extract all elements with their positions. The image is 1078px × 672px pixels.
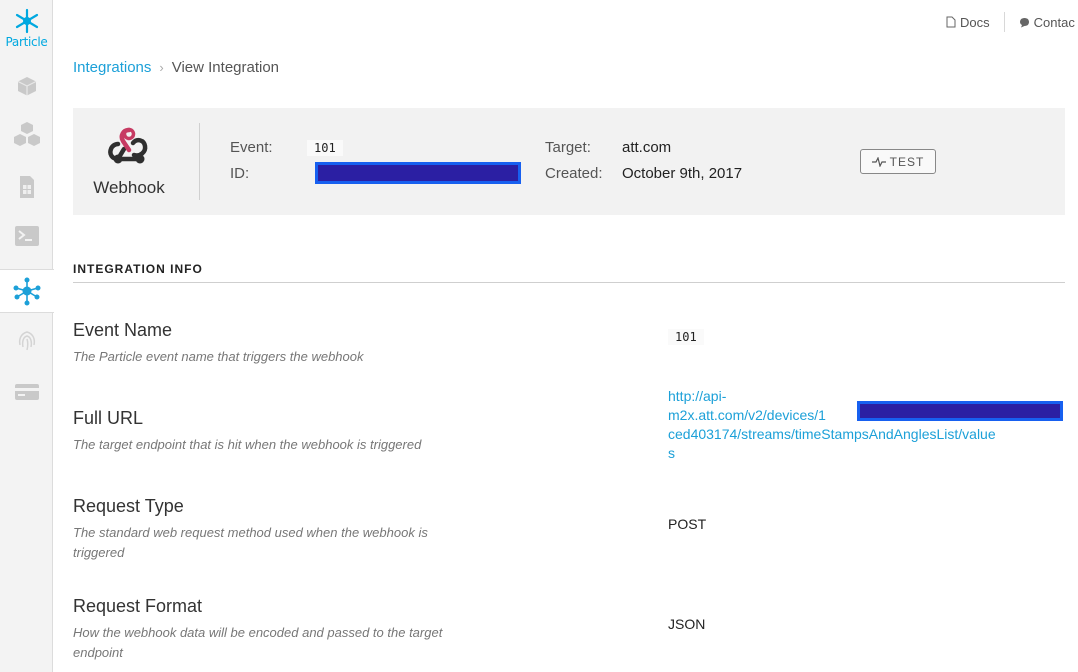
event-name-description: The Particle event name that triggers th… <box>73 349 364 364</box>
pulse-icon <box>871 156 886 167</box>
card-divider <box>199 123 200 200</box>
target-value: att.com <box>622 139 672 156</box>
particle-star-icon <box>15 8 38 34</box>
sidebar-item-authentication[interactable] <box>0 320 53 360</box>
top-links: Docs Contac <box>946 12 1075 32</box>
sidebar-item-integrations[interactable] <box>0 269 54 313</box>
url-device-id-redacted <box>857 401 1063 421</box>
sidebar-item-billing[interactable] <box>0 372 53 412</box>
breadcrumb-current: View Integration <box>171 59 280 76</box>
contact-link[interactable]: Contac <box>1019 15 1075 30</box>
section-divider <box>73 282 1065 283</box>
test-button-label: TEST <box>889 154 925 169</box>
id-label: ID: <box>230 165 250 182</box>
request-format-value: JSON <box>668 616 706 632</box>
request-format-description: How the webhook data will be encoded and… <box>73 625 443 660</box>
full-url-title: Full URL <box>73 408 144 428</box>
integration-type: Webhook <box>93 178 165 197</box>
request-type-value: POST <box>668 516 707 532</box>
target-label: Target: <box>545 139 591 156</box>
event-value: 101 <box>307 140 343 156</box>
full-url-line: ced403174/streams/timeStampsAndAnglesLis… <box>668 426 996 442</box>
contact-link-label: Contac <box>1033 14 1075 30</box>
event-name-value: 101 <box>668 329 704 345</box>
top-links-divider <box>1003 12 1005 32</box>
docs-link[interactable]: Docs <box>946 15 990 30</box>
request-type-title: Request Type <box>73 496 184 516</box>
particle-logo[interactable]: Particle <box>0 8 53 49</box>
sidebar-item-sim-cards[interactable] <box>0 167 53 207</box>
request-type-description: The standard web request method used whe… <box>73 525 428 560</box>
breadcrumb: Integrations › View Integration <box>73 59 279 76</box>
id-value-redacted <box>315 162 521 184</box>
console-icon <box>14 226 39 246</box>
chevron-right-icon: › <box>159 60 164 75</box>
document-icon <box>946 16 956 28</box>
created-value: October 9th, 2017 <box>622 165 743 182</box>
full-url-line: s <box>668 445 675 461</box>
sidebar-item-products[interactable] <box>0 115 53 155</box>
sidebar-item-console[interactable] <box>0 216 53 256</box>
full-url-description: The target endpoint that is hit when the… <box>73 437 422 452</box>
credit-card-icon <box>14 384 39 400</box>
request-format-title: Request Format <box>73 596 203 616</box>
sidebar: Particle <box>0 0 54 672</box>
section-title: INTEGRATION INFO <box>73 262 203 276</box>
docs-link-label: Docs <box>960 14 990 30</box>
cubes-icon <box>13 122 40 146</box>
created-label: Created: <box>545 165 603 182</box>
integration-summary-card: Webhook Event: 101 ID: Target: att.com C… <box>73 108 1065 215</box>
sidebar-item-devices[interactable] <box>0 66 53 106</box>
event-label: Event: <box>230 139 273 156</box>
full-url-value[interactable]: http://api- m2x.att.com/v2/devices/1 ced… <box>668 387 1068 463</box>
chat-bubble-icon <box>1019 17 1029 27</box>
brand-name: Particle <box>5 35 48 49</box>
sim-card-icon <box>19 176 34 198</box>
fingerprint-icon <box>18 331 35 351</box>
webhook-icon <box>108 127 148 164</box>
test-button[interactable]: TEST <box>860 149 936 174</box>
event-name-title: Event Name <box>73 320 173 340</box>
cube-icon <box>17 77 36 96</box>
integrations-icon <box>13 277 41 306</box>
breadcrumb-integrations-link[interactable]: Integrations <box>73 59 151 76</box>
